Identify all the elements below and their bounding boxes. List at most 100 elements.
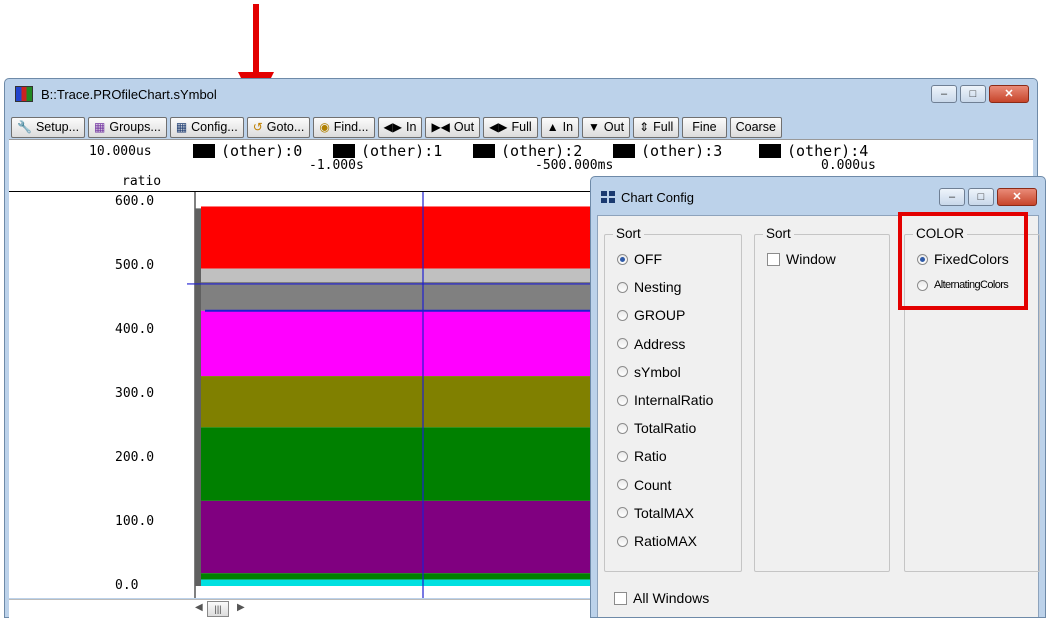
window-checkbox[interactable]: Window xyxy=(767,251,836,267)
sort-option-radio[interactable]: Nesting xyxy=(617,279,681,295)
toolbar: 🔧 Setup... ▦ Groups... ▦ Config... ↺ Goto...… xyxy=(11,116,1031,138)
full-v-icon: ⇕ xyxy=(639,120,650,134)
all-windows-checkbox[interactable]: All Windows xyxy=(614,590,709,606)
zoom-out-h-icon: ▶◀ xyxy=(431,120,450,134)
chart-ramp xyxy=(195,208,201,586)
coarse-button[interactable]: Coarse xyxy=(729,116,782,138)
sort-option-radio[interactable]: OFF xyxy=(617,251,662,267)
radio-unselected[interactable] xyxy=(617,281,628,293)
full-horizontal-button[interactable]: ◀▶ Full xyxy=(483,116,538,138)
y-tick-label: 400.0 xyxy=(115,322,155,337)
setup-button[interactable]: 🔧 Setup... xyxy=(11,116,86,138)
time-tick-label: 0.000us xyxy=(821,158,876,173)
zoom-out-vertical-button[interactable]: ▼ Out xyxy=(582,116,631,138)
radio-unselected[interactable] xyxy=(617,479,628,491)
close-button[interactable]: ✕ xyxy=(997,188,1037,206)
config-icon xyxy=(601,191,615,203)
scroll-left-icon[interactable]: ◀ xyxy=(195,602,203,616)
checkbox[interactable] xyxy=(614,591,627,605)
config-button[interactable]: ▦ Config... xyxy=(169,116,244,138)
sort-option-radio[interactable]: Count xyxy=(617,477,671,493)
goto-button[interactable]: ↺ Goto... xyxy=(246,116,311,138)
radio-unselected[interactable] xyxy=(617,507,628,519)
minimize-button[interactable]: – xyxy=(939,188,965,206)
groups-icon: ▦ xyxy=(94,120,106,134)
full-h-icon: ◀▶ xyxy=(489,120,508,134)
sort-option-radio[interactable]: TotalRatio xyxy=(617,420,696,436)
time-tick-label: -1.000s xyxy=(309,158,364,173)
sort-option-radio[interactable]: Ratio xyxy=(617,448,667,464)
y-tick-label: 500.0 xyxy=(115,258,155,273)
y-tick-label: 600.0 xyxy=(115,194,155,209)
chart-band xyxy=(201,376,617,428)
goto-icon: ↺ xyxy=(252,120,263,134)
radio-unselected[interactable] xyxy=(617,422,628,434)
zoom-in-vertical-button[interactable]: ▲ In xyxy=(540,116,580,138)
radio-unselected[interactable] xyxy=(617,535,628,547)
y-tick-label: 0.0 xyxy=(115,578,139,593)
maximize-button[interactable]: □ xyxy=(960,85,986,103)
legend-swatch xyxy=(333,144,355,158)
groups-button[interactable]: ▦ Groups... xyxy=(88,116,167,138)
annotation-arrow-shaft xyxy=(253,4,259,74)
minimize-button[interactable]: – xyxy=(931,85,957,103)
wrench-icon: 🔧 xyxy=(17,120,32,134)
sort-option-radio[interactable]: RatioMAX xyxy=(617,533,697,549)
y-axis-title: ratio xyxy=(122,174,162,189)
checkbox[interactable] xyxy=(767,252,780,266)
legend-item: (other):3 xyxy=(613,142,722,160)
radio-unselected[interactable] xyxy=(617,394,628,406)
radio-unselected[interactable] xyxy=(617,309,628,321)
legend-swatch xyxy=(473,144,495,158)
legend-swatch xyxy=(759,144,781,158)
group-title: Sort xyxy=(613,226,644,241)
chart-band xyxy=(201,206,617,269)
time-tick-label: -500.000ms xyxy=(535,158,614,173)
chart-band xyxy=(201,268,617,282)
chart-band xyxy=(201,310,617,377)
trace-window-icon xyxy=(15,86,33,102)
dialog-title: Chart Config xyxy=(621,190,694,205)
group-title: Sort xyxy=(763,226,794,241)
close-button[interactable]: ✕ xyxy=(989,85,1029,103)
scroll-thumb[interactable]: ||| xyxy=(207,601,229,617)
sort-option-radio[interactable]: sYmbol xyxy=(617,364,681,380)
sort-option-radio[interactable]: GROUP xyxy=(617,307,685,323)
sort-option-radio[interactable]: Address xyxy=(617,336,685,352)
annotation-highlight-box xyxy=(898,212,1028,310)
chart-band xyxy=(201,427,617,501)
sort-window-group: Sort Window xyxy=(754,226,890,572)
legend-swatch xyxy=(193,144,215,158)
fine-button[interactable]: Fine xyxy=(682,116,727,138)
chart-band xyxy=(201,282,617,311)
find-button[interactable]: ◉ Find... xyxy=(313,116,375,138)
zoom-out-v-icon: ▼ xyxy=(588,120,600,134)
chart-band xyxy=(201,500,617,574)
radio-unselected[interactable] xyxy=(617,366,628,378)
full-vertical-button[interactable]: ⇕ Full xyxy=(633,116,680,138)
chart-band xyxy=(201,579,617,586)
maximize-button[interactable]: □ xyxy=(968,188,994,206)
legend-item: (other):0 xyxy=(193,142,302,160)
sort-group: Sort OFF Nesting GROUP Address sYmbol Interna… xyxy=(604,226,742,572)
zoom-in-h-icon: ◀▶ xyxy=(383,120,403,134)
radio-unselected[interactable] xyxy=(617,450,628,462)
config-icon: ▦ xyxy=(175,120,188,134)
binoculars-icon: ◉ xyxy=(319,120,330,134)
sort-option-radio[interactable]: InternalRatio xyxy=(617,392,713,408)
legend-swatch xyxy=(613,144,635,158)
scroll-right-icon[interactable]: ▶ xyxy=(237,602,245,616)
sort-option-radio[interactable]: TotalMAX xyxy=(617,505,694,521)
zoom-in-v-icon: ▲ xyxy=(546,120,559,134)
y-tick-label: 100.0 xyxy=(115,514,155,529)
chart-band xyxy=(201,573,617,580)
window-title: B::Trace.PROfileChart.sYmbol xyxy=(41,87,217,102)
scale-label: 10.000us xyxy=(89,144,152,159)
radio-selected[interactable] xyxy=(617,253,628,265)
y-tick-label: 200.0 xyxy=(115,450,155,465)
radio-unselected[interactable] xyxy=(617,338,628,350)
title-bar[interactable]: B::Trace.PROfileChart.sYmbol – □ ✕ xyxy=(5,79,1037,109)
y-tick-label: 300.0 xyxy=(115,386,155,401)
zoom-in-horizontal-button[interactable]: ◀▶ In xyxy=(377,116,423,138)
zoom-out-horizontal-button[interactable]: ▶◀ Out xyxy=(425,116,481,138)
